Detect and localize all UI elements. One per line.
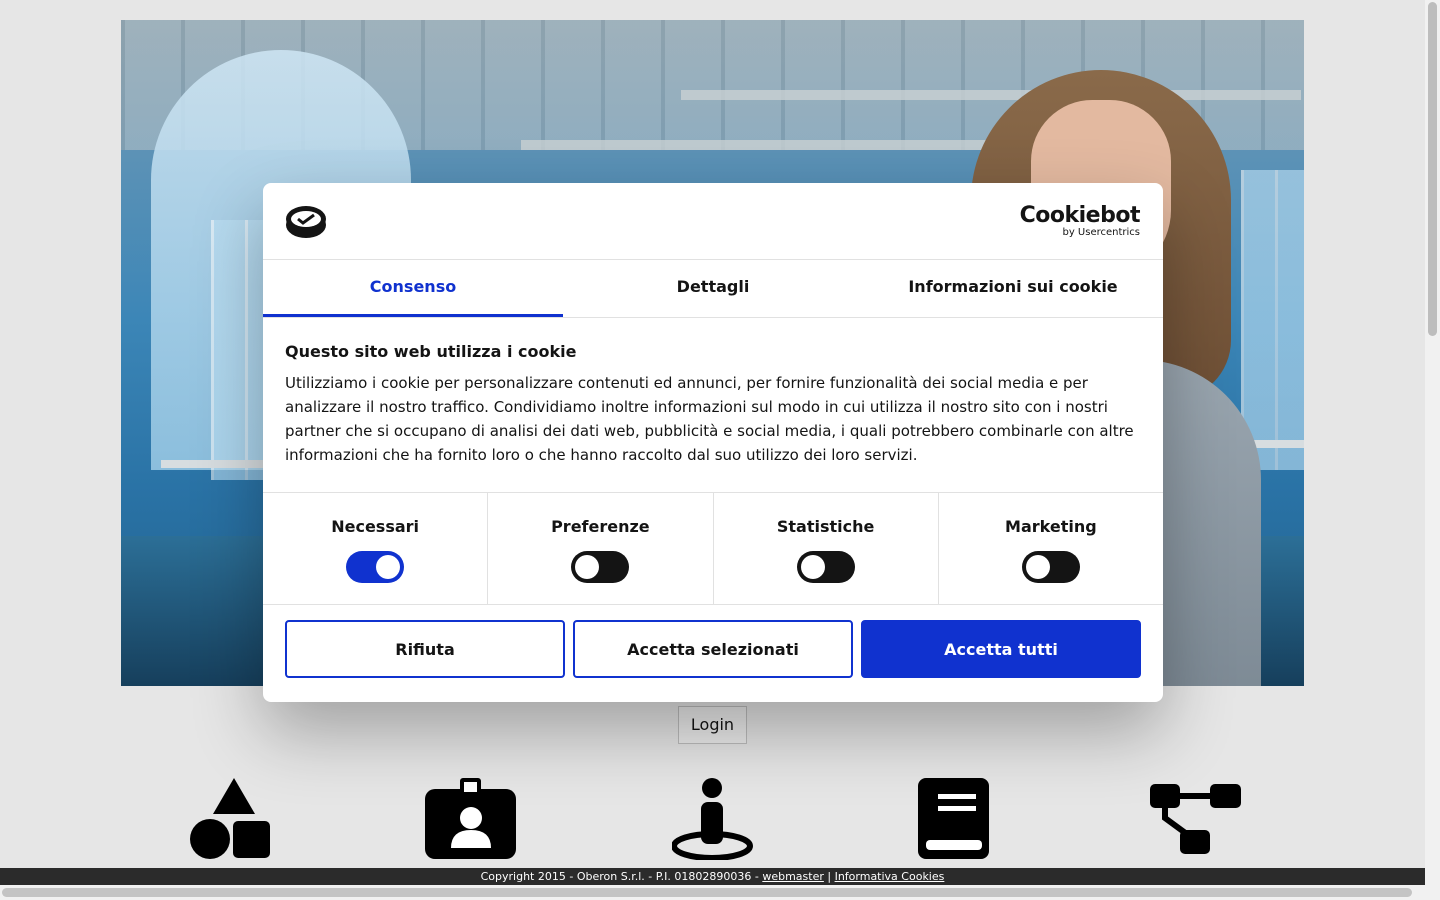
dialog-heading: Questo sito web utilizza i cookie bbox=[285, 342, 577, 361]
toggle-marketing-cell: Marketing bbox=[939, 493, 1163, 604]
tab-informazioni-cookie[interactable]: Informazioni sui cookie bbox=[863, 260, 1163, 317]
toggle-necessari[interactable] bbox=[346, 551, 405, 583]
toggle-marketing-label: Marketing bbox=[1005, 517, 1097, 536]
toggle-necessari-cell: Necessari bbox=[263, 493, 489, 604]
vertical-scrollbar-thumb[interactable] bbox=[1428, 2, 1437, 336]
footer-separator: | bbox=[823, 870, 835, 883]
feature-icon-row bbox=[0, 778, 1425, 860]
accept-selected-button[interactable]: Accetta selezionati bbox=[573, 620, 853, 678]
cookiebot-brand-name: Cookiebot bbox=[1019, 203, 1141, 228]
dialog-buttons: Rifiuta Accetta selezionati Accetta tutt… bbox=[263, 605, 1163, 693]
consent-toggles: Necessari Preferenze Statistiche Marketi… bbox=[263, 492, 1163, 605]
toggle-knob bbox=[376, 555, 401, 579]
horizontal-scrollbar[interactable] bbox=[0, 885, 1425, 900]
person-location-icon[interactable] bbox=[672, 778, 754, 860]
id-badge-icon[interactable] bbox=[425, 778, 517, 860]
toggle-statistiche-cell: Statistiche bbox=[714, 493, 939, 604]
dialog-text: Utilizziamo i cookie per personalizzare … bbox=[285, 374, 1134, 464]
site-logo-icon bbox=[286, 206, 326, 238]
book-icon[interactable] bbox=[918, 778, 990, 860]
cookiebot-brand-sub: by Usercentrics bbox=[1062, 227, 1140, 238]
cookiebot-logo[interactable]: Cookiebot by Usercentrics bbox=[1019, 203, 1141, 239]
tab-consenso[interactable]: Consenso bbox=[263, 260, 563, 317]
vertical-scrollbar[interactable] bbox=[1425, 0, 1440, 900]
sitemap-icon[interactable] bbox=[1150, 778, 1242, 860]
toggle-knob bbox=[1025, 555, 1050, 579]
webmaster-link[interactable]: webmaster bbox=[762, 870, 824, 883]
toggle-knob bbox=[575, 555, 600, 579]
toggle-marketing[interactable] bbox=[1021, 551, 1080, 583]
dialog-tabs: Consenso Dettagli Informazioni sui cooki… bbox=[263, 260, 1163, 318]
footer-copyright: Copyright 2015 - Oberon S.r.l. - P.I. 01… bbox=[480, 870, 763, 883]
shapes-icon[interactable] bbox=[189, 778, 271, 860]
hero-window bbox=[1241, 170, 1304, 470]
cookie-policy-link[interactable]: Informativa Cookies bbox=[835, 870, 945, 883]
accept-all-button[interactable]: Accetta tutti bbox=[861, 620, 1141, 678]
login-button[interactable]: Login bbox=[678, 706, 747, 744]
footer: Copyright 2015 - Oberon S.r.l. - P.I. 01… bbox=[0, 868, 1425, 885]
tab-dettagli[interactable]: Dettagli bbox=[563, 260, 863, 317]
dialog-body: Questo sito web utilizza i cookie Utiliz… bbox=[263, 318, 1163, 492]
toggle-preferenze-cell: Preferenze bbox=[488, 493, 714, 604]
toggle-necessari-label: Necessari bbox=[331, 517, 420, 536]
toggle-preferenze[interactable] bbox=[571, 551, 630, 583]
hero-beam bbox=[521, 140, 1021, 150]
toggle-statistiche[interactable] bbox=[796, 551, 855, 583]
reject-button[interactable]: Rifiuta bbox=[285, 620, 565, 678]
toggle-knob bbox=[800, 555, 825, 579]
cookie-consent-dialog: Cookiebot by Usercentrics Consenso Detta… bbox=[263, 183, 1163, 702]
toggle-statistiche-label: Statistiche bbox=[776, 517, 875, 536]
dialog-header: Cookiebot by Usercentrics bbox=[263, 183, 1163, 260]
toggle-preferenze-label: Preferenze bbox=[551, 517, 650, 536]
horizontal-scrollbar-thumb[interactable] bbox=[2, 888, 1412, 897]
